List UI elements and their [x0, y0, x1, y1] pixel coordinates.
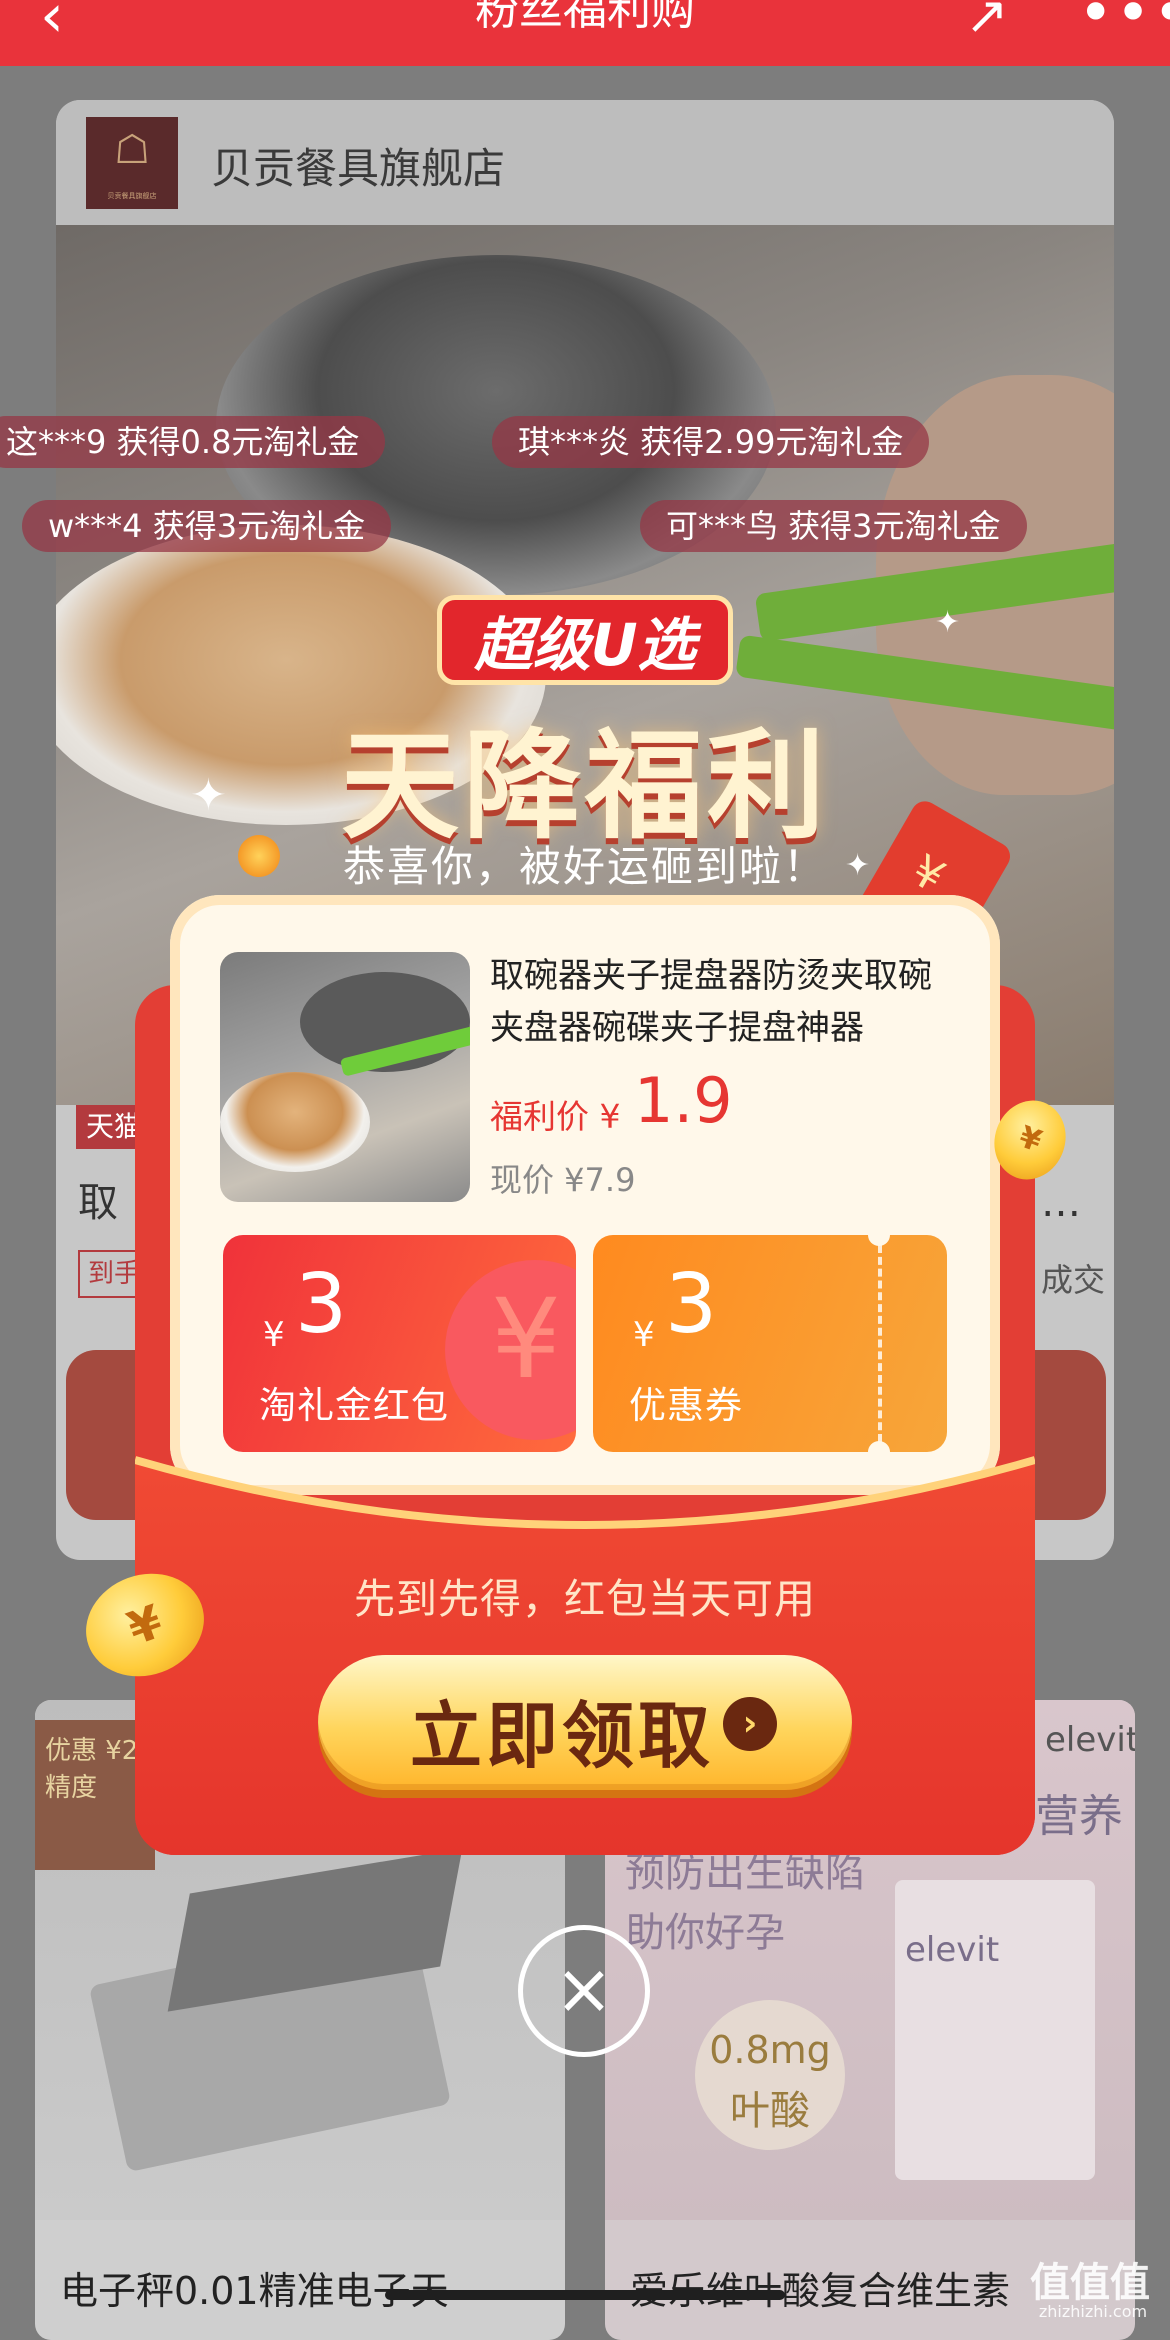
watermark-url: zhizhizhi.com — [1038, 2302, 1148, 2321]
tao-cash-coupon: ¥ ¥ 3 淘礼金红包 — [223, 1235, 576, 1452]
coupon-notch — [868, 1235, 890, 1246]
tile-name: 电子秤0.01精准电子天 — [60, 2269, 449, 2313]
product-title: 取碗器夹子提盘器防烫夹取碗夹盘器碗碟夹子提盘神器 — [490, 956, 932, 1048]
winner-ticker: 这***9 获得0.8元淘礼金 — [0, 416, 386, 468]
coupon-currency: ¥ — [633, 1315, 655, 1355]
elevit-package — [895, 1880, 1095, 2180]
elevit-package-label: elevit — [905, 1930, 1000, 1970]
store-name: 贝贡餐具旗舰店 — [211, 144, 506, 193]
coupon-amount: 3 — [295, 1257, 348, 1352]
top-navigation-bar: ‹ 粉丝福利购 ↗ ••• — [0, 0, 1170, 66]
welfare-price: 1.9 — [634, 1064, 733, 1137]
discount-coupon: ¥ 3 优惠券 — [593, 1235, 947, 1452]
close-icon: × — [554, 1948, 614, 2030]
coupon-currency: ¥ — [263, 1315, 285, 1355]
store-logo: ☖ 贝贡餐具旗舰店 — [86, 117, 178, 209]
sparkle-icon: ✦ — [190, 770, 227, 821]
winner-ticker: 琪***炎 获得2.99元淘礼金 — [492, 416, 930, 468]
store-logo-glyph: ☖ — [114, 127, 150, 173]
dose-value: 0.8mg — [709, 2028, 831, 2072]
super-u-select-badge: 超级U选 — [437, 595, 733, 685]
yen-watermark-icon: ¥ — [491, 1275, 561, 1403]
coupon-label: 淘礼金红包 — [259, 1384, 449, 1427]
red-envelope-flap — [135, 1440, 1035, 1855]
home-indicator[interactable] — [385, 2290, 785, 2300]
elevit-heading: 营养 — [1035, 1791, 1123, 1842]
store-logo-caption: 贝贡餐具旗舰店 — [107, 192, 157, 200]
coupon-perforation — [878, 1245, 882, 1442]
winner-ticker: w***4 获得3元淘礼金 — [22, 500, 392, 552]
welfare-price-label: 福利价 ¥ — [490, 1097, 621, 1136]
sparkle-icon: ✦ — [845, 848, 871, 883]
more-icon[interactable]: ••• — [1078, 0, 1170, 48]
elevit-logo: elevit — [1045, 1720, 1135, 1760]
coupon-label: 优惠券 — [629, 1384, 743, 1427]
glow-orb-icon — [238, 835, 280, 877]
hero-title-end: … — [1041, 1180, 1081, 1226]
chevron-right-icon: › — [723, 1697, 777, 1751]
share-icon[interactable]: ↗ — [965, 0, 1009, 46]
hero-title-start: 取 — [78, 1180, 118, 1226]
winner-ticker: 可***鸟 获得3元淘礼金 — [640, 500, 1027, 552]
store-header[interactable]: ☖ 贝贡餐具旗舰店 贝贡餐具旗舰店 — [56, 100, 1114, 225]
watermark-logo: 值值值 — [1030, 2260, 1150, 2306]
coupon-amount: 3 — [665, 1257, 718, 1352]
original-price: 现价 ¥7.9 — [490, 1161, 636, 1199]
bowl-shape — [220, 1072, 370, 1172]
tile-name: 爱乐维叶酸复合维生素 — [630, 2269, 1011, 2313]
dose-label: 叶酸 — [730, 2088, 810, 2134]
close-popup-button[interactable]: × — [518, 1925, 650, 2057]
dose-circle: 0.8mg 叶酸 — [695, 2000, 845, 2150]
elevit-line-2: 助你好孕 — [625, 1910, 785, 1956]
claim-button-label: 立即领取 — [410, 1694, 715, 1778]
hero-sub-end: 成交 — [1041, 1261, 1106, 1299]
product-thumbnail — [220, 952, 470, 1202]
claim-now-button[interactable]: 立即领取 › — [318, 1655, 852, 1790]
sparkle-icon: ✦ — [935, 605, 961, 640]
